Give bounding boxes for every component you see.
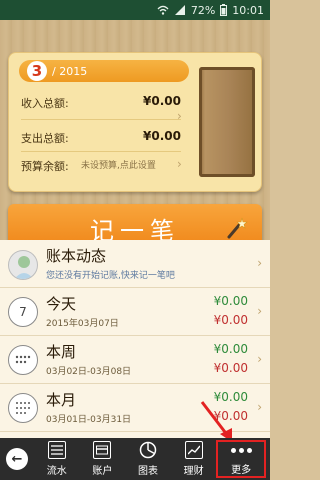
expense-label: 支出总额: [21, 132, 69, 145]
month-number: 3 [27, 61, 47, 81]
year-label: / 2015 [52, 64, 88, 78]
item-subtitle: 2015年03月07日 [46, 319, 119, 329]
divider [21, 151, 181, 152]
nav-label: 账户 [92, 466, 113, 477]
item-subtitle: 03月01日-03月31日 [46, 415, 132, 425]
expense-amount: ¥0.00 [213, 409, 248, 423]
nav-item-chart[interactable]: 图表 [125, 438, 171, 480]
calendar-day-icon: 7 [8, 297, 38, 327]
trend-icon [184, 441, 203, 459]
more-icon [230, 442, 252, 458]
budget-hint: 未设预算,点此设置 [81, 161, 156, 171]
magic-wand-icon [227, 217, 248, 239]
top-area: 3 / 2015 收入总额: ¥0.00 › 支出总额: ¥0.00 预算余额:… [0, 20, 270, 252]
date-tab[interactable]: 3 / 2015 [19, 60, 189, 82]
battery-percent: 72% [190, 3, 216, 17]
nav-item-account[interactable]: 账户 [80, 438, 126, 480]
item-title: 账本动态 [46, 247, 107, 265]
book-icon[interactable] [199, 67, 255, 177]
back-button[interactable]: ← [0, 438, 34, 480]
chevron-right-icon: › [257, 256, 262, 270]
nav-item-more[interactable]: 更多 [216, 440, 266, 478]
divider [21, 119, 181, 120]
item-title: 本月 [46, 391, 77, 409]
clock: 10:01 [232, 3, 264, 17]
calendar-week-icon [8, 345, 38, 375]
expense-amount: ¥0.00 [213, 313, 248, 327]
chevron-right-icon: › [177, 109, 182, 123]
item-title: 今天 [46, 295, 77, 313]
wifi-icon [157, 5, 169, 15]
calendar-month-icon [8, 393, 38, 423]
expense-value: ¥0.00 [143, 129, 181, 143]
item-subtitle: 您还没有开始记账,快来记一笔吧 [46, 271, 175, 281]
status-bar: 72% 10:01 [0, 0, 270, 20]
nav-label: 流水 [46, 466, 67, 477]
avatar [8, 250, 38, 280]
list-item-month[interactable]: 本月 03月01日-03月31日 ¥0.00 ¥0.00 › [0, 384, 270, 432]
pie-chart-icon [139, 441, 157, 459]
item-subtitle: 03月02日-03月08日 [46, 367, 132, 377]
list-item-week[interactable]: 本周 03月02日-03月08日 ¥0.00 ¥0.00 › [0, 336, 270, 384]
income-amount: ¥0.00 [213, 342, 248, 356]
chevron-right-icon: › [257, 352, 262, 366]
nav-item-flow[interactable]: 流水 [34, 438, 80, 480]
income-value: ¥0.00 [143, 94, 181, 108]
item-title: 本周 [46, 343, 77, 361]
list-icon [47, 441, 66, 459]
back-arrow-icon: ← [6, 448, 28, 470]
income-amount: ¥0.00 [213, 390, 248, 404]
list-item-account-news[interactable]: 账本动态 您还没有开始记账,快来记一笔吧 › [0, 240, 270, 288]
expense-amount: ¥0.00 [213, 361, 248, 375]
battery-icon [220, 4, 228, 16]
nav-label: 图表 [137, 466, 158, 477]
income-amount: ¥0.00 [213, 294, 248, 308]
signal-icon [174, 5, 185, 15]
bottom-nav: ← 流水 账户 图表 理财 更多 [0, 438, 270, 480]
card-icon [93, 441, 112, 459]
list-item-today[interactable]: 7 今天 2015年03月07日 ¥0.00 ¥0.00 › [0, 288, 270, 336]
nav-item-finance[interactable]: 理财 [171, 438, 217, 480]
budget-label: 预算余额: [21, 160, 69, 173]
summary-card[interactable]: 3 / 2015 收入总额: ¥0.00 › 支出总额: ¥0.00 预算余额:… [8, 52, 262, 192]
chevron-right-icon: › [257, 304, 262, 318]
chevron-right-icon: › [257, 400, 262, 414]
nav-label: 更多 [231, 465, 252, 476]
nav-label: 理财 [183, 466, 204, 477]
chevron-right-icon: › [177, 157, 182, 171]
summary-list: 账本动态 您还没有开始记账,快来记一笔吧 › 7 今天 2015年03月07日 … [0, 240, 270, 438]
income-label: 收入总额: [21, 97, 69, 110]
